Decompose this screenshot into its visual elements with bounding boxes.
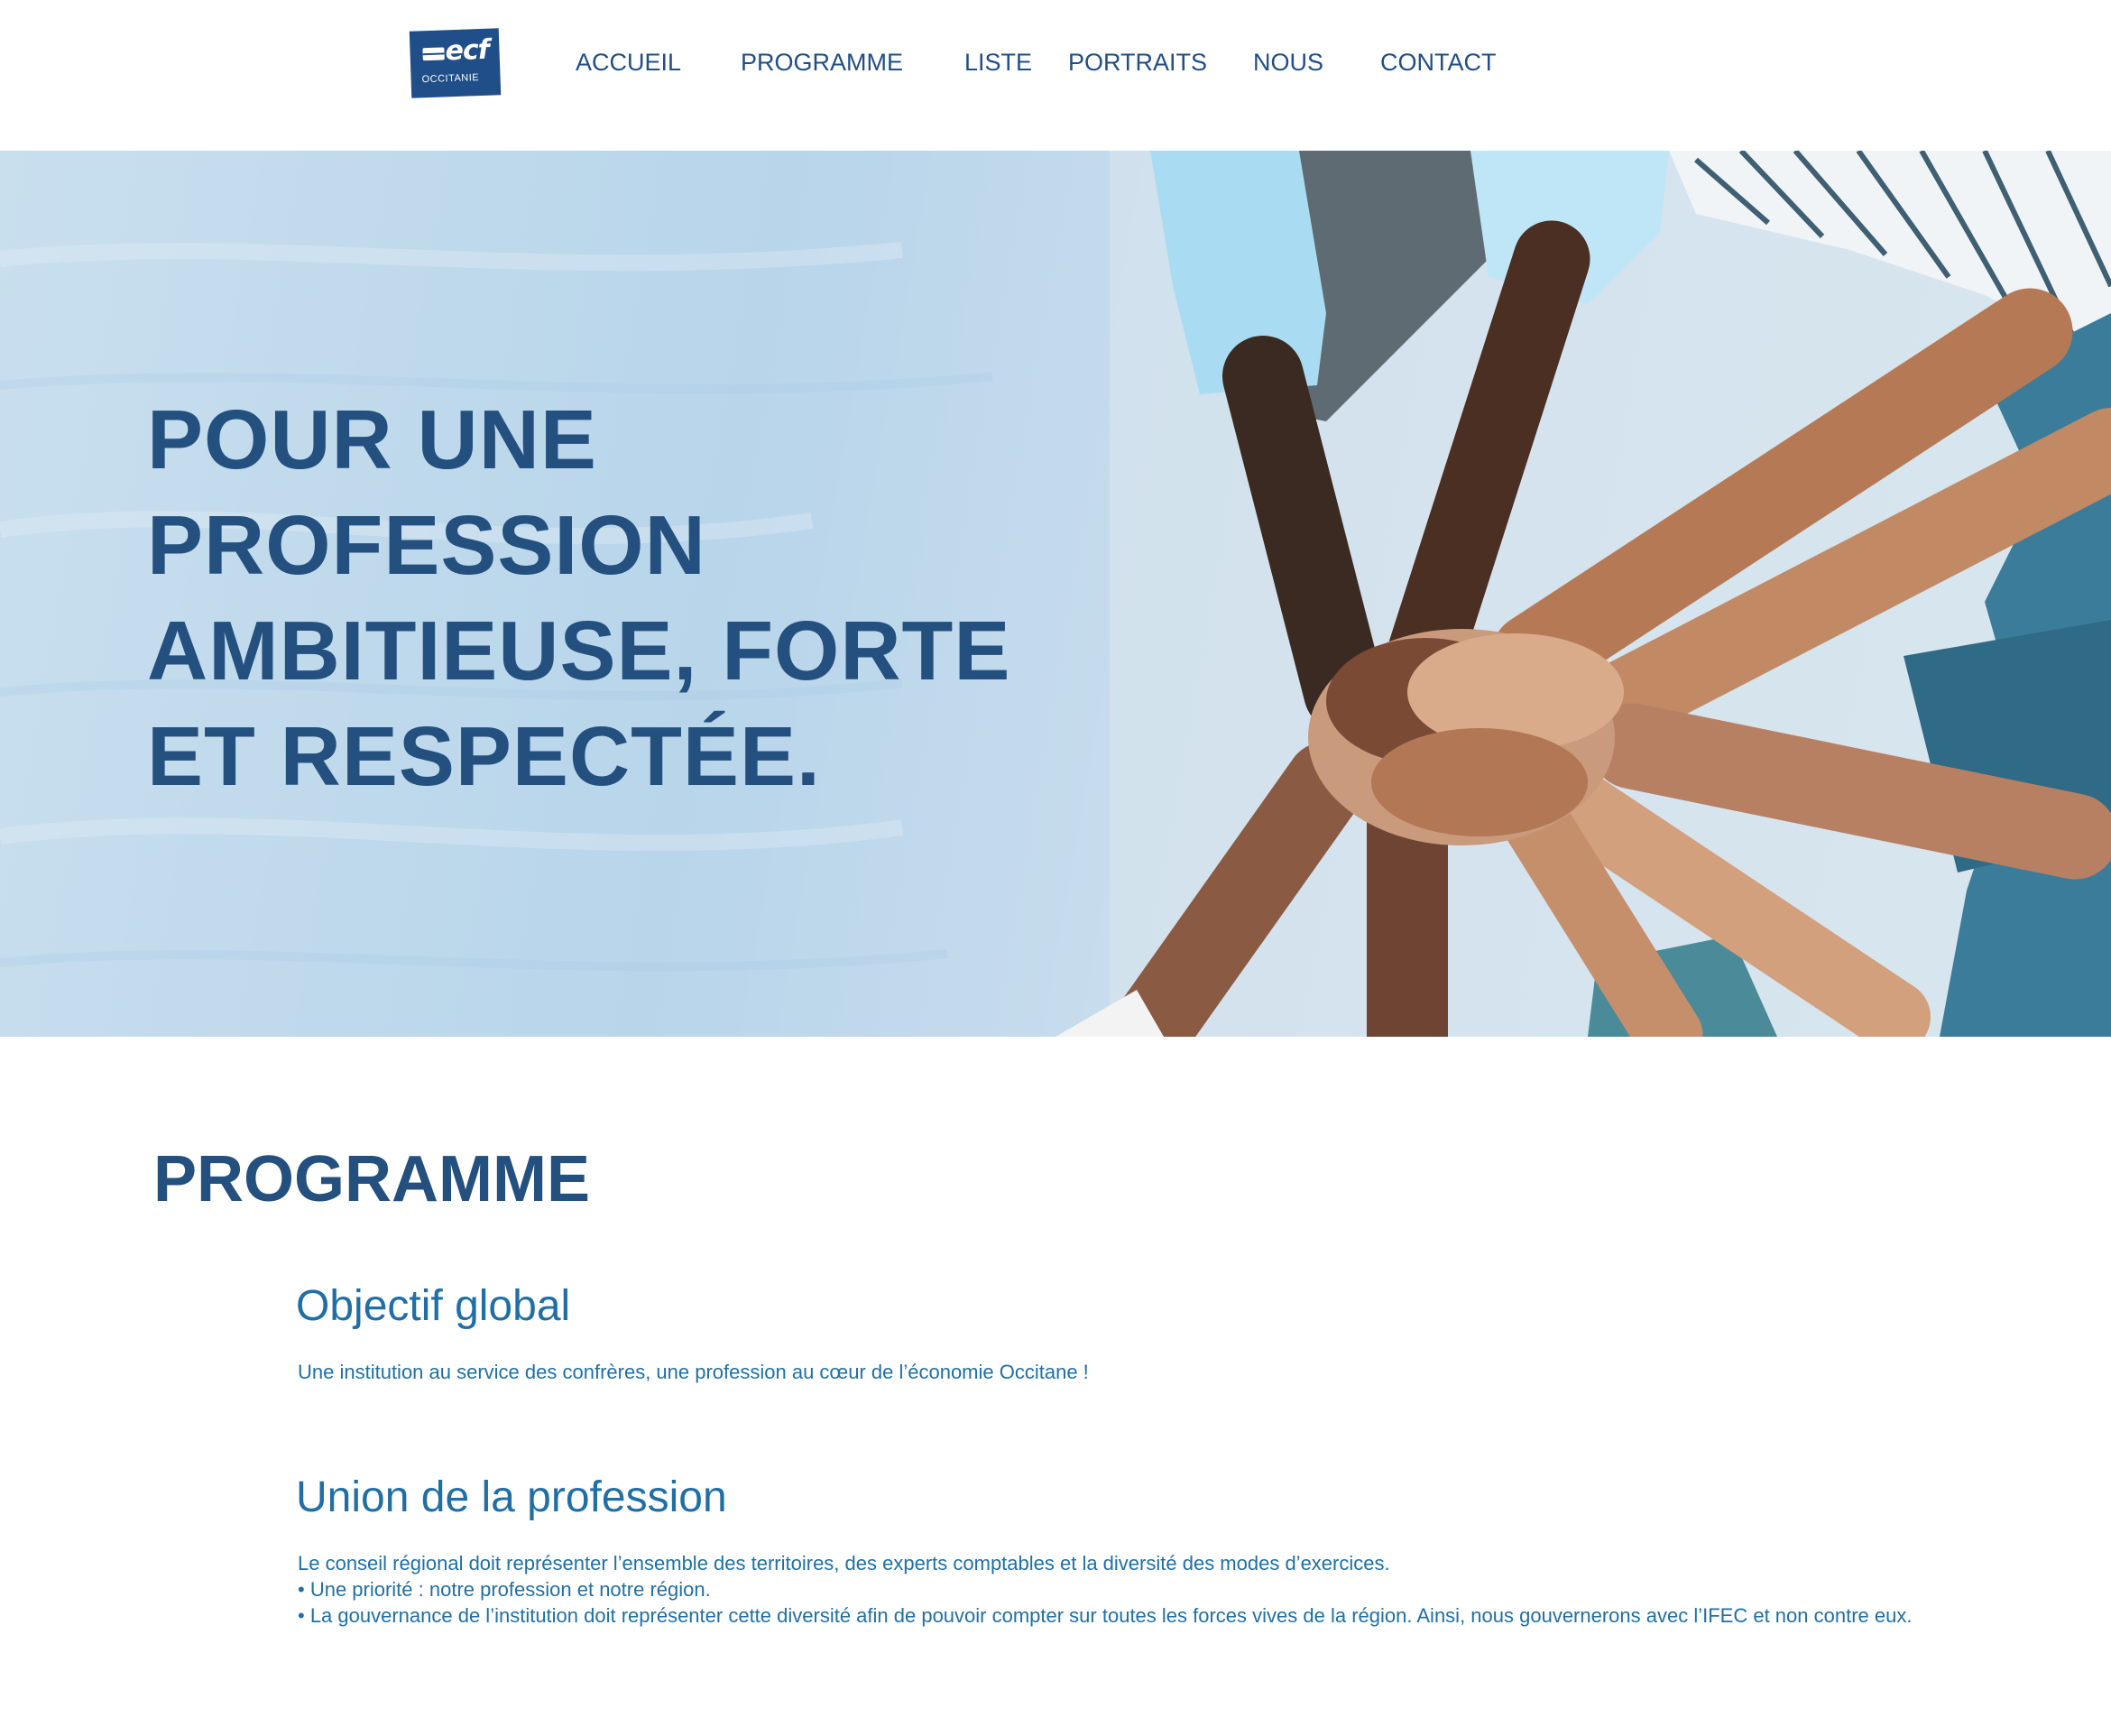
site-header: ecf OCCITANIE ACCUEIL PROGRAMME LISTE PO… [0,0,2111,151]
objectif-global-line: Une institution au service des confrères… [298,1361,1089,1383]
ecf-occitanie-logo[interactable]: ecf OCCITANIE [409,28,502,98]
nav-contact[interactable]: CONTACT [1380,49,1497,77]
hero-banner: POUR UNE PROFESSION AMBITIEUSE, FORTE ET… [0,151,2111,1037]
nav-programme[interactable]: PROGRAMME [741,49,903,77]
logo-region-text: OCCITANIE [421,72,480,86]
union-profession-text: Le conseil régional doit représenter l’e… [298,1550,1976,1629]
union-profession-bullet: • Une priorité : notre profession et not… [298,1578,711,1601]
logo-brand-text: ecf [444,33,490,68]
nav-nous[interactable]: NOUS [1253,49,1323,77]
programme-section-title: PROGRAMME [153,1143,590,1215]
union-profession-line: Le conseil régional doit représenter l’e… [298,1552,1390,1574]
logo-mark-icon [422,47,445,61]
union-profession-bullet: • La gouvernance de l’institution doit r… [298,1604,1913,1627]
nav-accueil[interactable]: ACCUEIL [576,49,681,77]
union-profession-heading: Union de la profession [296,1473,727,1521]
objectif-global-heading: Objectif global [296,1282,571,1330]
nav-portraits[interactable]: PORTRAITS [1068,49,1207,77]
hero-title: POUR UNE PROFESSION AMBITIEUSE, FORTE ET… [147,392,1011,803]
nav-liste[interactable]: LISTE [964,49,1032,77]
objectif-global-text: Une institution au service des confrères… [298,1359,1976,1385]
